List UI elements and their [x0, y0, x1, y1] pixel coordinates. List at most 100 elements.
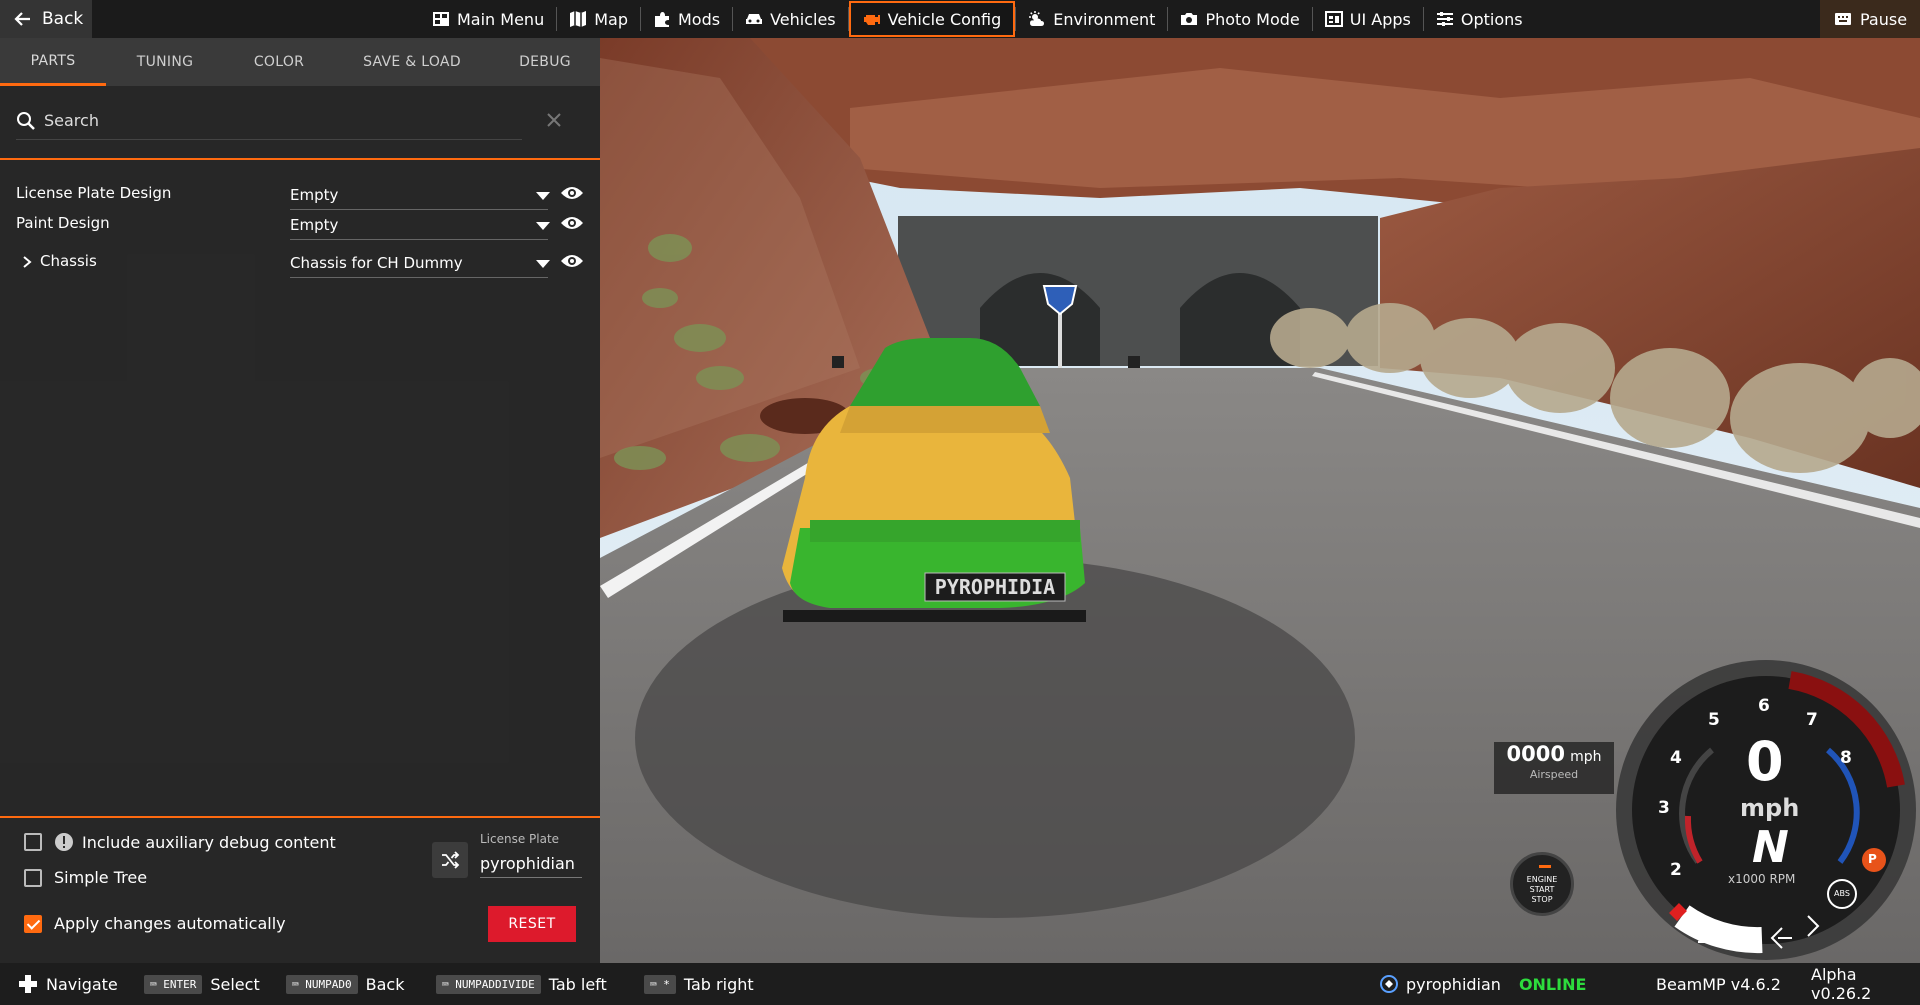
reset-button[interactable]: RESET: [488, 906, 576, 942]
speedometer-gauge: 1 2 3 4 5 6 7 8 0 mph N x1000 RPM P ABS: [1612, 656, 1920, 963]
menu-item-label: Map: [594, 9, 628, 29]
mods-icon: [654, 12, 669, 27]
speed-value: 0: [1746, 730, 1784, 793]
eye-icon[interactable]: [560, 252, 584, 270]
eye-icon[interactable]: [560, 184, 584, 202]
options-divider: [0, 816, 600, 818]
main-menu: Main Menu Map Mods Vehicles Vehicle Conf…: [420, 0, 1535, 38]
gear-indicator: N: [1752, 822, 1789, 873]
online-status: ONLINE: [1518, 974, 1587, 994]
game-version: Alpha v0.26.2: [1811, 965, 1872, 1003]
menu-item-vehicle-config[interactable]: Vehicle Config: [848, 1, 1016, 37]
rpm-label: x1000 RPM: [1728, 872, 1796, 886]
part-select[interactable]: Empty: [290, 216, 548, 240]
hint-label: Tab right: [683, 974, 754, 994]
menu-item-label: Vehicle Config: [887, 9, 1002, 29]
chevron-down-icon[interactable]: [536, 222, 550, 230]
speed-unit: mph: [1740, 794, 1800, 822]
part-row-chassis[interactable]: Chassis Chassis for CH Dummy: [16, 250, 586, 278]
hint-label: Navigate: [46, 974, 118, 994]
debug-label: Include auxiliary debug content: [82, 832, 336, 852]
top-menu-bar: Back Main Menu Map Mods Vehicles Vehicle…: [0, 0, 1920, 38]
chevron-right-icon[interactable]: [22, 255, 32, 269]
search-input[interactable]: Search: [16, 102, 522, 140]
tab-debug[interactable]: DEBUG: [490, 38, 600, 86]
menu-item-label: Main Menu: [457, 9, 545, 29]
info-icon: [55, 833, 73, 851]
hint-label: Back: [365, 974, 405, 994]
menu-item-vehicles[interactable]: Vehicles: [733, 1, 848, 37]
rpm-tick-8: 8: [1840, 748, 1852, 768]
license-plate-label: License Plate: [480, 832, 560, 846]
menu-item-mods[interactable]: Mods: [641, 1, 732, 37]
airspeed-widget: 0000 mph Airspeed: [1494, 742, 1614, 794]
chevron-down-icon[interactable]: [536, 260, 550, 268]
part-label: Paint Design: [16, 214, 110, 232]
hint-label: Tab left: [548, 974, 607, 994]
randomize-plate-button[interactable]: [432, 842, 468, 878]
hint-navigate: Navigate: [18, 963, 118, 1005]
chevron-down-icon[interactable]: [536, 192, 550, 200]
apply-auto-label: Apply changes automatically: [54, 914, 286, 933]
pause-key-icon: [1835, 13, 1851, 25]
debug-checkbox[interactable]: [24, 833, 42, 851]
menu-item-photo-mode[interactable]: Photo Mode: [1168, 1, 1311, 37]
key-badge: ⌨ *: [644, 974, 676, 994]
rpm-tick-7: 7: [1806, 710, 1818, 730]
part-select[interactable]: Chassis for CH Dummy: [290, 254, 548, 278]
key-badge: ⌨ NUMPAD0: [286, 974, 358, 994]
hint-back: ⌨ NUMPAD0 Back: [286, 963, 404, 1005]
menu-item-label: UI Apps: [1349, 9, 1411, 29]
airspeed-value: 0000: [1506, 742, 1565, 766]
camera-icon: [1181, 13, 1198, 25]
dpad-icon: [19, 975, 37, 993]
menu-item-map[interactable]: Map: [557, 1, 640, 37]
tab-color[interactable]: COLOR: [224, 38, 334, 86]
engine-start-stop-button[interactable]: ENGINE START STOP: [1510, 852, 1574, 916]
shuffle-icon: [442, 851, 460, 869]
part-select[interactable]: Empty: [290, 186, 548, 210]
menu-item-main-menu[interactable]: Main Menu: [420, 1, 556, 37]
rpm-tick-5: 5: [1708, 710, 1720, 730]
airspeed-label: Airspeed: [1529, 768, 1579, 781]
menu-item-ui-apps[interactable]: UI Apps: [1313, 1, 1423, 37]
map-icon: [570, 11, 587, 27]
tab-save-load[interactable]: SAVE & LOAD: [334, 38, 490, 86]
parking-brake-icon: P: [1868, 852, 1877, 866]
eye-icon[interactable]: [560, 214, 584, 232]
part-row-license-plate-design[interactable]: License Plate Design Empty: [16, 182, 586, 210]
engine-label-2: START: [1529, 885, 1555, 894]
simple-tree-option[interactable]: Simple Tree: [24, 868, 147, 887]
sun-cloud-icon: [1029, 11, 1045, 26]
back-button[interactable]: Back: [0, 0, 92, 38]
hint-tab-right: ⌨ * Tab right: [644, 963, 754, 1005]
hint-label: Select: [210, 974, 260, 994]
arrow-left-icon: [14, 12, 30, 26]
close-icon[interactable]: [544, 110, 564, 130]
hint-tab-left: ⌨ NUMPADDIVIDE Tab left: [436, 963, 607, 1005]
simple-tree-checkbox[interactable]: [24, 868, 42, 887]
license-plate-input[interactable]: pyrophidian: [480, 850, 582, 878]
pause-label: Pause: [1860, 9, 1908, 29]
rpm-tick-3: 3: [1658, 798, 1670, 818]
pause-button[interactable]: Pause: [1820, 0, 1920, 38]
menu-item-label: Mods: [677, 9, 721, 29]
part-row-paint-design[interactable]: Paint Design Empty: [16, 212, 586, 240]
apply-auto-option[interactable]: Apply changes automatically: [24, 914, 286, 933]
debug-content-option[interactable]: Include auxiliary debug content: [24, 832, 336, 852]
car-icon: [746, 14, 763, 24]
engine-label-3: STOP: [1531, 895, 1553, 904]
menu-item-environment[interactable]: Environment: [1016, 1, 1167, 37]
menu-item-label: Environment: [1053, 9, 1156, 29]
beammp-logo-icon: [1380, 975, 1398, 993]
back-label: Back: [42, 9, 84, 29]
user-status: pyrophidian ONLINE: [1380, 963, 1586, 1005]
menu-item-options[interactable]: Options: [1424, 1, 1535, 37]
rpm-tick-6: 6: [1758, 696, 1770, 716]
apply-auto-checkbox[interactable]: [24, 914, 42, 933]
engine-indicator: [1539, 865, 1551, 868]
rpm-tick-1: 1: [1696, 928, 1708, 948]
main-menu-icon: [433, 12, 449, 26]
tab-tuning[interactable]: TUNING: [106, 38, 224, 86]
tab-parts[interactable]: PARTS: [0, 38, 106, 86]
